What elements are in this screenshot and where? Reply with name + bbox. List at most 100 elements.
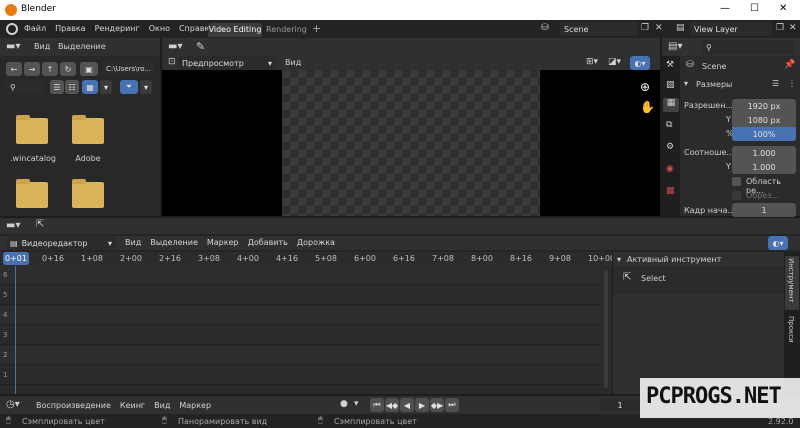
overlay-toggle[interactable]: ◐▾ bbox=[768, 236, 788, 250]
menu-window[interactable]: Окно bbox=[149, 24, 170, 33]
zoom-icon[interactable]: ⊕ bbox=[640, 80, 650, 94]
preview-mode-dropdown[interactable]: Предпросмотр ▾ bbox=[178, 56, 276, 70]
close-icon[interactable]: ✕ bbox=[779, 3, 787, 14]
maximize-icon[interactable]: ☐ bbox=[750, 3, 759, 14]
properties-search[interactable]: ⚲ bbox=[702, 40, 794, 54]
tab-tool[interactable]: Инструмент bbox=[785, 256, 799, 310]
sequencer-menu-strip[interactable]: Дорожка bbox=[297, 238, 335, 247]
gizmo-toggle[interactable]: ◐▾ bbox=[630, 56, 650, 70]
blender-menu-icon[interactable] bbox=[6, 23, 18, 35]
channel-row[interactable]: 6 bbox=[0, 266, 600, 285]
channels-area[interactable]: 6 5 4 3 2 1 bbox=[0, 266, 612, 394]
timeline-menu-marker[interactable]: Маркер bbox=[179, 401, 211, 410]
channel-row[interactable]: 2 bbox=[0, 346, 600, 365]
file-search-input[interactable]: ⚲ bbox=[6, 80, 44, 94]
editor-type-icon[interactable]: ▬▾ bbox=[6, 220, 20, 231]
add-workspace-icon[interactable]: + bbox=[312, 22, 321, 35]
view-type-icon[interactable]: ⊡ bbox=[168, 57, 176, 67]
record-icon[interactable]: ● bbox=[340, 399, 348, 409]
aspect-x-field[interactable]: 1.000 bbox=[732, 146, 796, 160]
tab-proxy[interactable]: Прокси bbox=[785, 314, 799, 348]
preview-canvas[interactable]: ⊕ ✋ bbox=[162, 70, 660, 216]
render-tab-icon[interactable]: ▨ bbox=[666, 80, 675, 90]
prev-keyframe-button[interactable]: ◀◆ bbox=[385, 398, 399, 412]
dimensions-panel-header[interactable]: ▾ Размеры ☰ ⋮ bbox=[680, 78, 800, 92]
file-browser-menu-view[interactable]: Вид bbox=[34, 42, 50, 51]
timeline-editor-icon[interactable]: ◷▾ bbox=[6, 399, 20, 410]
scene-remove-icon[interactable]: ✕ bbox=[655, 23, 663, 33]
scene-new-icon[interactable]: ❐ bbox=[641, 23, 649, 33]
channel-row[interactable]: 1 bbox=[0, 366, 600, 385]
display-options-button[interactable]: ▾ bbox=[100, 80, 112, 94]
scene-selector[interactable]: Scene bbox=[560, 22, 638, 36]
channel-row[interactable]: 5 bbox=[0, 286, 600, 305]
tool-tab-icon[interactable]: ⚒ bbox=[666, 60, 674, 70]
scene-icon[interactable]: ⛁ bbox=[541, 23, 549, 33]
display-list-button[interactable]: ☰ bbox=[50, 80, 64, 94]
overlay-icon[interactable]: ⊞▾ bbox=[586, 57, 598, 67]
filter-button[interactable]: ⏷ bbox=[120, 80, 138, 94]
select-tool-icon[interactable]: ⇱ bbox=[36, 219, 44, 230]
file-browser-menu-select[interactable]: Выделение bbox=[58, 42, 106, 51]
hand-pan-icon[interactable]: ✋ bbox=[640, 100, 655, 114]
aspect-y-field[interactable]: 1.000 bbox=[732, 160, 796, 174]
crop-checkbox[interactable] bbox=[732, 191, 741, 200]
folder-item[interactable]: Adobe bbox=[66, 114, 110, 166]
minimize-icon[interactable]: — bbox=[720, 3, 730, 14]
display-list-detail-button[interactable]: ☷ bbox=[65, 80, 79, 94]
editor-type-icon[interactable]: ▬▾ bbox=[6, 41, 20, 52]
scene-tab-icon[interactable]: ⚙ bbox=[666, 142, 674, 152]
channel-row[interactable]: 4 bbox=[0, 306, 600, 325]
menu-render[interactable]: Рендеринг bbox=[95, 24, 140, 33]
next-keyframe-button[interactable]: ◆▶ bbox=[430, 398, 444, 412]
render-region-checkbox[interactable] bbox=[732, 177, 741, 186]
editor-type-icon[interactable]: ▬▾ bbox=[168, 41, 182, 52]
filter-options-button[interactable]: ▾ bbox=[140, 80, 152, 94]
active-tool-title[interactable]: Активный инструмент bbox=[627, 255, 721, 264]
tab-rendering[interactable]: Rendering bbox=[266, 23, 307, 37]
sequencer-view-type-dropdown[interactable]: ▤ Видеоредактор ▾ bbox=[6, 236, 116, 250]
view-layer-remove-icon[interactable]: ✕ bbox=[789, 23, 797, 33]
jump-start-button[interactable]: ⏮ bbox=[370, 398, 384, 412]
frame-ruler[interactable]: 0+01 0+16 1+08 2+00 2+16 3+08 4+00 4+16 5+08 6+0… bbox=[0, 252, 615, 266]
texture-tab-icon[interactable]: ▩ bbox=[666, 186, 675, 196]
refresh-button[interactable]: ↻ bbox=[60, 62, 76, 76]
resolution-x-field[interactable]: 1920 px bbox=[732, 99, 796, 113]
sequencer-menu-view[interactable]: Вид bbox=[125, 238, 141, 247]
folder-item[interactable] bbox=[10, 178, 54, 216]
frame-start-field[interactable]: 1 bbox=[732, 203, 796, 217]
resolution-y-field[interactable]: 1080 px bbox=[732, 113, 796, 127]
view-layer-selector[interactable]: View Layer bbox=[690, 22, 772, 36]
menu-edit[interactable]: Правка bbox=[55, 24, 85, 33]
keying-set-icon[interactable]: ▾ bbox=[354, 399, 359, 409]
folder-item[interactable]: .wincatalog bbox=[10, 114, 56, 166]
pin-icon[interactable]: 📌 bbox=[784, 60, 795, 70]
editor-type-icon[interactable]: ▤▾ bbox=[668, 41, 682, 52]
back-button[interactable]: ← bbox=[6, 62, 22, 76]
folder-item[interactable] bbox=[66, 178, 110, 216]
drag-handle-icon[interactable]: ⋮ bbox=[788, 79, 796, 88]
current-frame-field[interactable]: 1 bbox=[600, 398, 640, 412]
sequencer-menu-select[interactable]: Выделение bbox=[150, 238, 198, 247]
sequencer-menu-marker[interactable]: Маркер bbox=[207, 238, 239, 247]
play-button[interactable]: ▶ bbox=[415, 398, 429, 412]
view-layer-new-icon[interactable]: ❐ bbox=[776, 23, 784, 33]
active-tool-name[interactable]: Select bbox=[641, 274, 666, 283]
output-tab-icon[interactable]: ▦ bbox=[663, 98, 679, 112]
new-folder-button[interactable]: ▣ bbox=[80, 62, 98, 76]
eyedropper-icon[interactable]: ✎ bbox=[196, 40, 205, 53]
current-frame-indicator[interactable]: 0+01 bbox=[3, 252, 29, 265]
view-layer-tab-icon[interactable]: ⧉ bbox=[666, 120, 672, 130]
timeline-menu-playback[interactable]: Воспроизведение bbox=[36, 401, 111, 410]
resolution-percent-field[interactable]: 100% bbox=[732, 127, 796, 141]
presets-icon[interactable]: ☰ bbox=[772, 79, 779, 88]
path-field[interactable]: C:\Users\ro... bbox=[102, 62, 154, 76]
tab-video-editing[interactable]: Video Editing bbox=[208, 23, 262, 37]
display-thumbnails-button[interactable]: ▦ bbox=[82, 80, 98, 94]
timeline-menu-view[interactable]: Вид bbox=[154, 401, 170, 410]
view-layer-icon[interactable]: ▤ bbox=[676, 23, 685, 33]
scrollbar[interactable] bbox=[604, 270, 608, 388]
channel-row[interactable]: 3 bbox=[0, 326, 600, 345]
display-channels-icon[interactable]: ◪▾ bbox=[608, 57, 621, 67]
forward-button[interactable]: → bbox=[24, 62, 40, 76]
